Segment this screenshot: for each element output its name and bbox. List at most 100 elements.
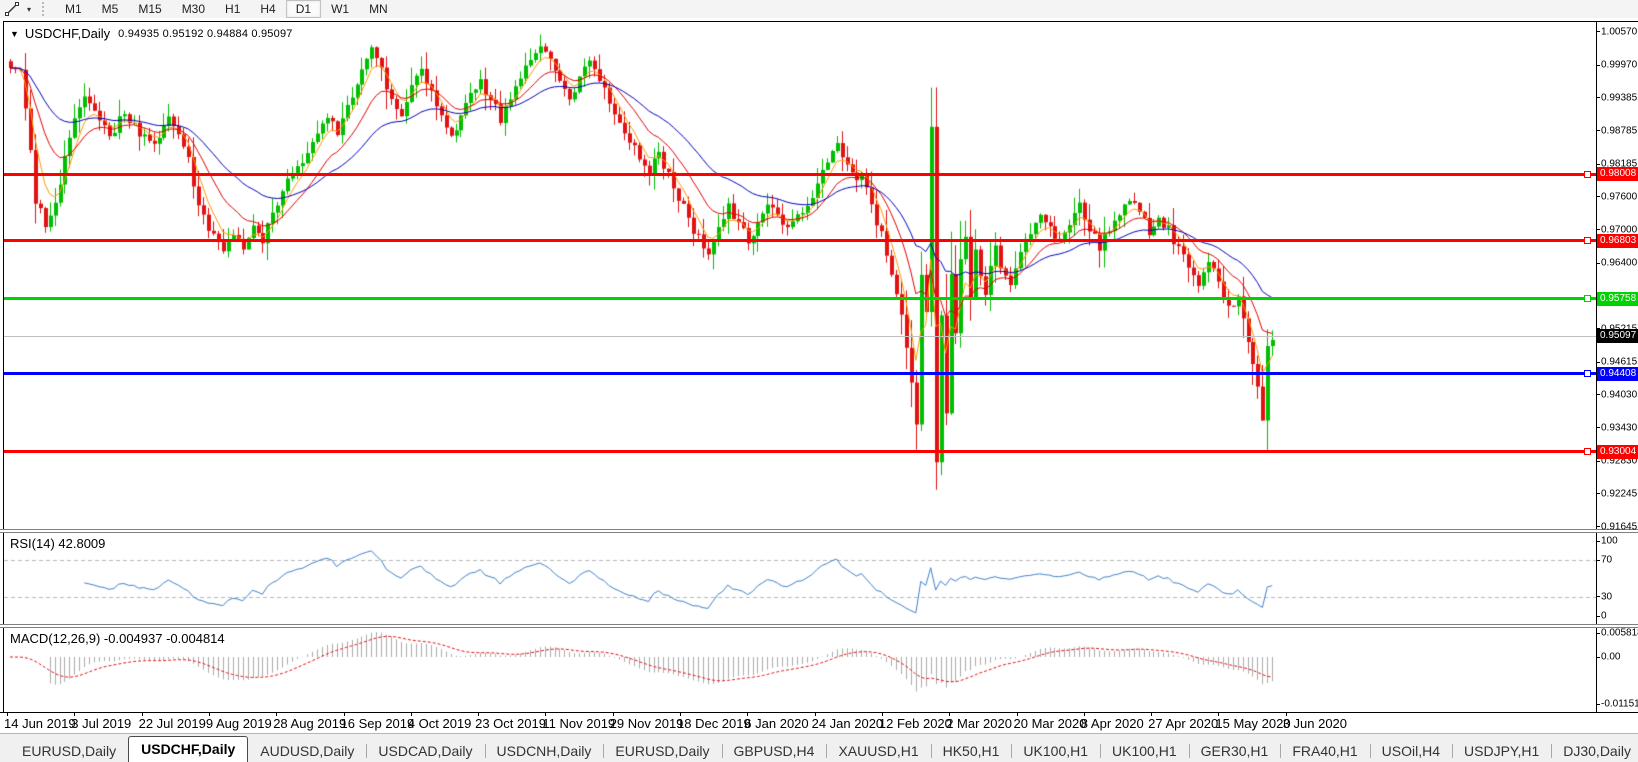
chart-tabs: EURUSD,Daily USDCHF,Daily AUDUSD,Daily USDC…	[10, 736, 1638, 762]
timeframe-button-m30[interactable]: M30	[172, 0, 215, 18]
chart-tab-xauusd-h1[interactable]: XAUUSD,H1	[826, 740, 930, 762]
macd-tick-label: 0.005818	[1601, 627, 1638, 639]
date-label: 9 Aug 2019	[205, 716, 272, 731]
horizontal-line-0.93004[interactable]	[4, 450, 1596, 454]
line-price-badge-0.95758: 0.95758	[1597, 291, 1638, 306]
timeframe-button-m5[interactable]: M5	[92, 0, 129, 18]
drawing-tool-icon[interactable]	[2, 1, 22, 17]
chart-tab-eurusd-daily[interactable]: EURUSD,Daily	[603, 740, 721, 762]
date-label: 28 Aug 2019	[273, 716, 347, 731]
price-tick-label: 0.91645	[1601, 521, 1638, 533]
chart-tab-fra40-h1[interactable]: FRA40,H1	[1280, 740, 1369, 762]
chart-tab-hk50-h1[interactable]: HK50,H1	[930, 740, 1012, 762]
horizontal-line-0.96803[interactable]	[4, 239, 1596, 243]
line-handle-0.94408[interactable]	[1584, 370, 1591, 378]
date-label: 8 Apr 2020	[1080, 716, 1144, 731]
macd-tick-label: 0.00	[1601, 651, 1621, 663]
price-tick-label: 0.97600	[1601, 191, 1638, 203]
timeframe-toolbar: ▾ M1 M5 M15 M30 H1 H4 D1 W1 MN	[0, 0, 1638, 19]
horizontal-line-0.98008[interactable]	[4, 172, 1596, 176]
date-label: 3 Jun 2020	[1282, 716, 1348, 731]
timeframe-button-m1[interactable]: M1	[55, 0, 92, 18]
date-axis[interactable]: 14 Jun 2019 3 Jul 2019 22 Jul 2019 9 Aug 20…	[0, 712, 1638, 733]
macd-tick-tick	[1596, 656, 1600, 658]
date-label: 12 Feb 2020	[878, 716, 952, 731]
chart-tab-dj30-daily[interactable]: DJ30,Daily	[1551, 740, 1638, 762]
chart-tab-uk100-h1[interactable]: UK100,H1	[1100, 740, 1189, 762]
chart-tab-ger30-h1[interactable]: GER30,H1	[1188, 740, 1281, 762]
price-tick-tick	[1596, 361, 1600, 363]
macd-label: MACD(12,26,9) -0.004937 -0.004814	[10, 631, 225, 646]
macd-canvas[interactable]	[4, 628, 1596, 711]
rsi-tick-tick	[1596, 596, 1600, 598]
current-price-badge: 0.95097	[1597, 328, 1638, 343]
rsi-pane[interactable]: RSI(14) 42.8009	[4, 533, 1596, 624]
date-label: 6 Jan 2020	[744, 716, 809, 731]
chart-tab-eurusd-daily[interactable]: EURUSD,Daily	[10, 740, 128, 762]
price-tick-tick	[1596, 394, 1600, 396]
trendline-glyph	[5, 2, 19, 16]
price-tick-label: 0.99385	[1601, 92, 1638, 104]
timeframe-button-h4[interactable]: H4	[250, 0, 285, 18]
date-label: 11 Nov 2019	[542, 716, 616, 731]
rsi-tick-label: 0	[1601, 610, 1607, 622]
price-tick-tick	[1596, 163, 1600, 165]
line-handle-0.93004[interactable]	[1584, 448, 1591, 456]
chart-title: ▼ USDCHF,Daily 0.94935 0.95192 0.94884 0…	[10, 26, 293, 41]
line-price-badge-0.93004: 0.93004	[1597, 444, 1638, 459]
line-handle-0.96803[interactable]	[1584, 237, 1591, 245]
date-label: 18 Dec 2019	[677, 716, 751, 731]
price-tick-label: 1.00570	[1601, 26, 1638, 38]
symbol-dropdown-icon[interactable]: ▼	[10, 29, 19, 39]
symbol-period-label: USDCHF,Daily	[24, 26, 111, 41]
chart-tab-audusd-daily[interactable]: AUDUSD,Daily	[248, 740, 366, 762]
price-tick-tick	[1596, 526, 1600, 528]
date-label: 14 Jun 2019	[4, 716, 76, 731]
date-label: 3 Jul 2019	[71, 716, 132, 731]
macd-pane[interactable]: MACD(12,26,9) -0.004937 -0.004814	[4, 628, 1596, 711]
timeframe-buttons: M1 M5 M15 M30 H1 H4 D1 W1 MN	[55, 0, 398, 18]
timeframe-button-d1[interactable]: D1	[285, 0, 322, 18]
price-tick-tick	[1596, 460, 1600, 462]
price-tick-tick	[1596, 262, 1600, 264]
current-price-line	[4, 335, 1596, 337]
chart-tab-uk100-h1[interactable]: UK100,H1	[1011, 740, 1100, 762]
timeframe-button-m15[interactable]: M15	[128, 0, 171, 18]
price-tick-label: 0.96400	[1601, 257, 1638, 269]
rsi-label: RSI(14) 42.8009	[10, 536, 106, 551]
chart-tab-usdcad-daily[interactable]: USDCAD,Daily	[366, 740, 484, 762]
horizontal-line-0.95758[interactable]	[4, 297, 1596, 301]
rsi-tick-label: 100	[1601, 535, 1618, 547]
price-tick-tick	[1596, 31, 1600, 33]
date-label: 16 Sep 2019	[340, 716, 415, 731]
chart-tab-usdjpy-h1[interactable]: USDJPY,H1	[1452, 740, 1551, 762]
chart-tab-gbpusd-h4[interactable]: GBPUSD,H4	[721, 740, 827, 762]
date-label: 2 Mar 2020	[946, 716, 1012, 731]
price-tick-tick	[1596, 64, 1600, 66]
ohlc-readout: 0.94935 0.95192 0.94884 0.95097	[118, 27, 293, 40]
timeframe-button-mn[interactable]: MN	[359, 0, 398, 18]
price-tick-label: 0.93430	[1601, 422, 1638, 434]
date-label: 23 Oct 2019	[475, 716, 546, 731]
price-tick-tick	[1596, 427, 1600, 429]
timeframe-button-h1[interactable]: H1	[215, 0, 250, 18]
chart-tab-usdcnh-daily[interactable]: USDCNH,Daily	[484, 740, 604, 762]
price-tick-label: 0.98785	[1601, 125, 1638, 137]
rsi-canvas[interactable]	[4, 533, 1596, 624]
price-tick-tick	[1596, 493, 1600, 495]
line-price-badge-0.96803: 0.96803	[1597, 233, 1638, 248]
date-label: 29 Nov 2019	[609, 716, 684, 731]
horizontal-line-0.94408[interactable]	[4, 372, 1596, 376]
date-label: 15 May 2020	[1215, 716, 1291, 731]
tool-dropdown-arrow-icon[interactable]: ▾	[22, 5, 36, 14]
date-label: 27 Apr 2020	[1148, 716, 1219, 731]
chart-tab-usdchf-daily[interactable]: USDCHF,Daily	[128, 736, 249, 762]
chart-tab-usoil-h4[interactable]: USOil,H4	[1369, 740, 1452, 762]
timeframe-button-w1[interactable]: W1	[321, 0, 359, 18]
macd-tick-label: -0.01151	[1601, 698, 1638, 710]
toolbar-grip	[42, 2, 49, 16]
line-handle-0.98008[interactable]	[1584, 170, 1591, 178]
price-tick-label: 0.94030	[1601, 389, 1638, 401]
line-handle-0.95758[interactable]	[1584, 295, 1591, 303]
line-price-badge-0.98008: 0.98008	[1597, 167, 1638, 182]
